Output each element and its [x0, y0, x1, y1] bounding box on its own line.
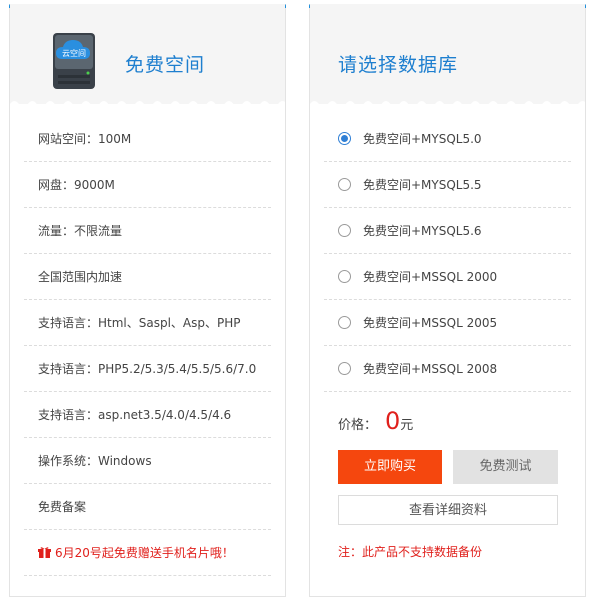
radio-button[interactable] [338, 362, 351, 375]
spec-item: 网盘：9000M [24, 162, 271, 208]
db-option-label: 免费空间+MSSQL 2000 [363, 270, 498, 284]
spec-item: 网站空间：100M [24, 116, 271, 162]
spec-item: 支持语言：Html、Saspl、Asp、PHP [24, 300, 271, 346]
gift-icon [38, 547, 51, 558]
spec-item: 支持语言：PHP5.2/5.3/5.4/5.5/5.6/7.0 [24, 346, 271, 392]
spec-item: 支持语言：asp.net3.5/4.0/4.5/4.6 [24, 392, 271, 438]
spec-item: 全国范围内加速 [24, 254, 271, 300]
price-label: 价格： [338, 418, 378, 433]
price-unit: 元 [400, 418, 414, 433]
db-option-mysql55[interactable]: 免费空间+MYSQL5.5 [324, 162, 571, 208]
db-option-label: 免费空间+MYSQL5.5 [363, 178, 482, 192]
panel-header: 请选择数据库 [310, 4, 585, 110]
free-trial-button[interactable]: 免费测试 [453, 450, 558, 484]
server-icon: 云空间 [53, 33, 95, 89]
buy-now-button[interactable]: 立即购买 [338, 450, 442, 484]
promo-notice: 6月20号起免费赠送手机名片哦！ [24, 530, 271, 576]
price-value: 0 [385, 407, 401, 435]
promo-text: 6月20号起免费赠送手机名片哦！ [55, 545, 234, 560]
spec-item: 免费备案 [24, 484, 271, 530]
db-option-mssql2008[interactable]: 免费空间+MSSQL 2008 [324, 346, 571, 392]
free-space-panel: 云空间 免费空间 网站空间：100M 网盘：9000M 流量：不限流量 全国范围… [9, 4, 286, 597]
radio-button[interactable] [338, 132, 351, 145]
radio-button[interactable] [338, 316, 351, 329]
radio-button[interactable] [338, 224, 351, 237]
view-details-button[interactable]: 查看详细资料 [338, 495, 558, 525]
db-option-label: 免费空间+MYSQL5.0 [363, 132, 482, 146]
db-option-mssql2005[interactable]: 免费空间+MSSQL 2005 [324, 300, 571, 346]
radio-button[interactable] [338, 178, 351, 191]
wave-divider [310, 101, 585, 110]
server-label: 云空间 [62, 48, 86, 58]
radio-button[interactable] [338, 270, 351, 283]
spec-item: 操作系统：Windows [24, 438, 271, 484]
db-option-label: 免费空间+MYSQL5.6 [363, 224, 482, 238]
db-option-mysql50[interactable]: 免费空间+MYSQL5.0 [324, 116, 571, 162]
panel-title: 请选择数据库 [338, 54, 459, 76]
panel-header: 云空间 免费空间 [10, 4, 285, 110]
spec-item: 流量：不限流量 [24, 208, 271, 254]
panel-title: 免费空间 [125, 54, 206, 76]
db-option-label: 免费空间+MSSQL 2005 [363, 316, 498, 330]
spec-list: 网站空间：100M 网盘：9000M 流量：不限流量 全国范围内加速 支持语言：… [24, 116, 271, 576]
price: 价格： 0 元 [338, 409, 413, 433]
db-option-mysql56[interactable]: 免费空间+MYSQL5.6 [324, 208, 571, 254]
db-option-label: 免费空间+MSSQL 2008 [363, 362, 498, 376]
database-panel: 请选择数据库 免费空间+MYSQL5.0 免费空间+MYSQL5.5 免费空间+… [309, 4, 586, 597]
db-option-mssql2000[interactable]: 免费空间+MSSQL 2000 [324, 254, 571, 300]
database-options: 免费空间+MYSQL5.0 免费空间+MYSQL5.5 免费空间+MYSQL5.… [324, 116, 571, 392]
wave-divider [10, 101, 285, 110]
backup-note: 注：此产品不支持数据备份 [338, 545, 483, 559]
